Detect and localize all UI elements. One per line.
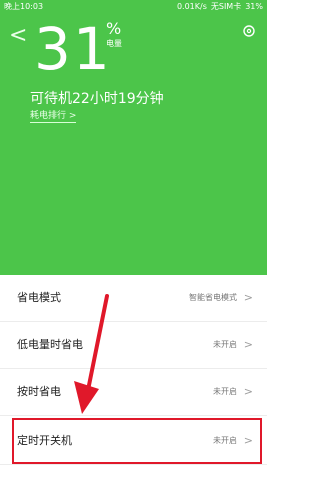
power-rank-label: 耗电排行 <box>30 111 67 121</box>
row-label: 低电量时省电 <box>17 338 83 351</box>
chevron-right-icon: > <box>243 385 253 398</box>
back-icon[interactable]: < <box>9 25 27 47</box>
row-label: 省电模式 <box>17 291 61 304</box>
status-right: 0.01K/s 无SIM卡 31% <box>177 0 263 14</box>
settings-row-low-battery-saving[interactable]: 低电量时省电 未开启 > <box>0 322 267 369</box>
standby-time: 可待机22小时19分钟 <box>30 91 164 107</box>
sim-status: 无SIM卡 <box>210 2 242 11</box>
row-value: 智能省电模式 <box>189 293 237 302</box>
settings-row-power-saving-mode[interactable]: 省电模式 智能省电模式 > <box>0 275 267 322</box>
battery-unit-label: 电量 <box>106 39 122 48</box>
chevron-right-icon: > <box>243 338 253 351</box>
battery-hero: 晚上10:03 0.01K/s 无SIM卡 31% < 31 % 电量 可待机2… <box>0 0 267 283</box>
percent-sign: % <box>106 19 122 38</box>
status-bar: 晚上10:03 0.01K/s 无SIM卡 31% <box>0 0 267 14</box>
row-label: 按时省电 <box>17 385 61 398</box>
power-rank-link[interactable]: 耗电排行 > <box>30 110 77 123</box>
row-value: 未开启 <box>213 387 237 396</box>
network-speed: 0.01K/s <box>176 2 207 11</box>
chevron-right-icon: > <box>243 291 253 304</box>
highlight-box <box>12 418 262 464</box>
link-underline <box>30 122 77 123</box>
battery-level: 31 <box>34 15 112 83</box>
settings-row-scheduled-saving[interactable]: 按时省电 未开启 > <box>0 369 267 416</box>
row-value: 未开启 <box>213 340 237 349</box>
battery-percent: 31% <box>245 2 263 11</box>
gear-icon[interactable] <box>241 23 257 39</box>
status-time: 晚上10:03 <box>4 2 44 11</box>
chevron-right-icon: > <box>68 111 77 121</box>
